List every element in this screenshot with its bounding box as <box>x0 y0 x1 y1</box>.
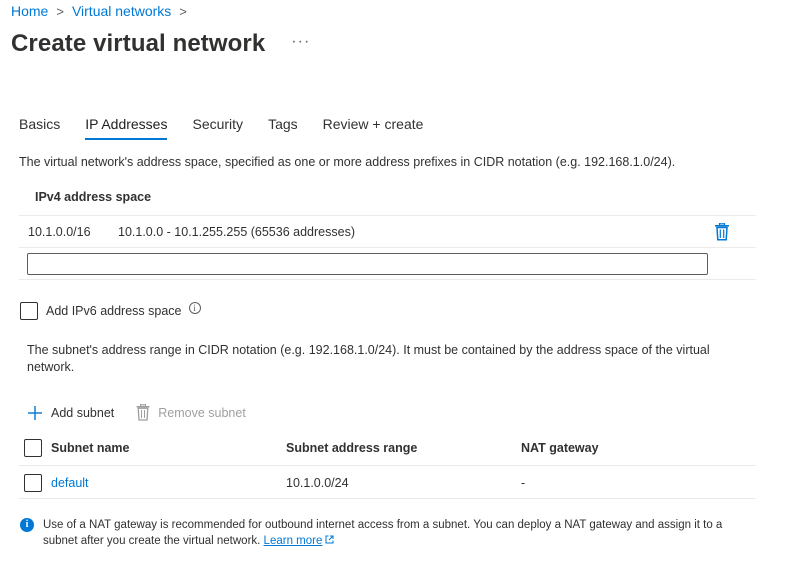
breadcrumb-virtual-networks[interactable]: Virtual networks <box>72 3 171 19</box>
address-range: 10.1.0.0 - 10.1.255.255 (65536 addresses… <box>118 225 355 239</box>
learn-more-link[interactable]: Learn more <box>264 535 335 547</box>
subnet-range-value: 10.1.0.0/24 <box>286 476 349 490</box>
tab-tags[interactable]: Tags <box>268 116 298 140</box>
divider <box>19 465 756 466</box>
tab-ip-addresses[interactable]: IP Addresses <box>85 116 168 140</box>
subnet-name-link[interactable]: default <box>51 476 89 490</box>
ipv4-column-header: IPv4 address space <box>35 190 152 204</box>
breadcrumb-separator: > <box>56 3 64 19</box>
new-address-prefix-input[interactable] <box>27 253 708 275</box>
remove-subnet-label: Remove subnet <box>158 405 246 420</box>
delete-trash-icon[interactable] <box>714 222 730 241</box>
ipv6-checkbox[interactable] <box>20 302 38 320</box>
column-header-nat-gateway[interactable]: NAT gateway <box>521 441 599 455</box>
address-space-row: 10.1.0.0/16 10.1.0.0 - 10.1.255.255 (655… <box>28 225 355 239</box>
external-link-icon <box>325 533 334 544</box>
divider <box>19 247 756 248</box>
row-checkbox[interactable] <box>24 474 42 492</box>
page-title: Create virtual network <box>11 30 266 57</box>
column-header-subnet-name[interactable]: Subnet name <box>51 441 130 455</box>
nat-info-banner: i Use of a NAT gateway is recommended fo… <box>20 517 760 549</box>
nat-gateway-value: - <box>521 476 526 490</box>
trash-icon <box>136 404 150 421</box>
column-header-subnet-range[interactable]: Subnet address range <box>286 441 417 455</box>
remove-subnet-button[interactable]: Remove subnet <box>136 404 246 421</box>
add-subnet-button[interactable]: Add subnet <box>27 405 114 421</box>
tab-bar: Basics IP Addresses Security Tags Review… <box>19 116 448 140</box>
subnet-command-bar: Add subnet Remove subnet <box>27 404 268 421</box>
nat-info-text: Use of a NAT gateway is recommended for … <box>43 519 723 547</box>
plus-icon <box>27 405 43 421</box>
table-row: default 10.1.0.0/24 - <box>24 474 756 494</box>
subnet-grid-header: Subnet name Subnet address range NAT gat… <box>24 439 756 459</box>
tab-review-create[interactable]: Review + create <box>323 116 424 140</box>
breadcrumb-home[interactable]: Home <box>11 3 48 19</box>
tab-basics[interactable]: Basics <box>19 116 60 140</box>
address-prefix: 10.1.0.0/16 <box>28 225 91 239</box>
learn-more-label: Learn more <box>263 535 323 547</box>
divider <box>19 279 756 280</box>
address-space-description: The virtual network's address space, spe… <box>19 155 676 169</box>
breadcrumb-separator: > <box>179 3 187 19</box>
nat-info-text-wrapper: Use of a NAT gateway is recommended for … <box>43 517 760 549</box>
info-icon[interactable]: i <box>188 302 201 314</box>
title-row: Create virtual network ··· <box>11 30 310 58</box>
info-icon: i <box>20 518 34 532</box>
select-all-checkbox[interactable] <box>24 439 42 457</box>
breadcrumb: Home > Virtual networks > <box>11 3 195 19</box>
more-options-button[interactable]: ··· <box>291 33 310 51</box>
ipv6-checkbox-label: Add IPv6 address space <box>46 304 182 318</box>
divider <box>19 498 756 499</box>
divider <box>19 215 756 216</box>
tab-security[interactable]: Security <box>192 116 243 140</box>
ipv6-option: Add IPv6 address space i <box>20 302 201 320</box>
subnet-description: The subnet's address range in CIDR notat… <box>27 343 710 374</box>
add-subnet-label: Add subnet <box>51 405 115 420</box>
